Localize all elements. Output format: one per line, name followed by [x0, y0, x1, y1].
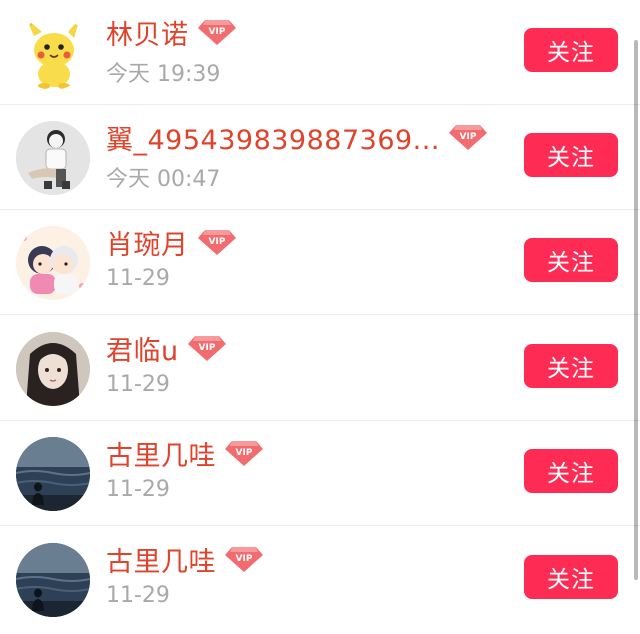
avatar[interactable] — [16, 121, 90, 195]
timestamp: 11-29 — [106, 372, 170, 397]
timestamp: 11-29 — [106, 477, 170, 502]
follow-button[interactable]: 关注 — [524, 238, 618, 282]
timestamp: 11-29 — [106, 266, 170, 291]
avatar[interactable] — [16, 16, 90, 90]
follow-button[interactable]: 关注 — [524, 449, 618, 493]
svg-text:VIP: VIP — [198, 343, 215, 353]
sketch-person-avatar-icon — [16, 121, 90, 195]
user-name[interactable]: 古里几哇 — [106, 434, 216, 473]
name-line: 翼_495439839887369... VIP — [106, 118, 488, 156]
name-line: 林贝诺 VIP — [106, 13, 237, 51]
timestamp: 今天 19:39 — [106, 62, 221, 87]
avatar[interactable] — [16, 332, 90, 406]
follow-button[interactable]: 关注 — [524, 344, 618, 388]
timestamp: 11-29 — [106, 583, 170, 608]
follower-list: 林贝诺 VIP 今天 19:39 关注 翼_495439839887369... — [0, 0, 640, 634]
avatar[interactable] — [16, 226, 90, 300]
pikachu-avatar-icon — [16, 16, 90, 90]
user-name[interactable]: 肖琬月 — [106, 223, 189, 262]
name-line: 君临u VIP — [106, 329, 227, 367]
user-name[interactable]: 君临u — [106, 329, 179, 368]
follow-button[interactable]: 关注 — [524, 555, 618, 599]
list-item[interactable]: 林贝诺 VIP 今天 19:39 关注 — [0, 0, 640, 105]
vip-diamond-icon: VIP — [448, 122, 488, 152]
list-item[interactable]: 古里几哇 VIP 11-29 关注 — [0, 527, 640, 632]
name-line: 古里几哇 VIP — [106, 434, 264, 472]
svg-text:VIP: VIP — [236, 448, 253, 458]
follow-button[interactable]: 关注 — [524, 133, 618, 177]
svg-text:VIP: VIP — [236, 554, 253, 564]
avatar[interactable] — [16, 543, 90, 617]
name-line: 肖琬月 VIP — [106, 223, 237, 261]
seaside-avatar-icon — [16, 543, 90, 617]
timestamp: 今天 00:47 — [106, 167, 221, 192]
name-line: 古里几哇 VIP — [106, 540, 264, 578]
svg-text:VIP: VIP — [208, 27, 225, 37]
vip-diamond-icon: VIP — [224, 544, 264, 574]
svg-text:VIP: VIP — [208, 237, 225, 247]
user-name[interactable]: 翼_495439839887369... — [106, 118, 440, 157]
user-name[interactable]: 古里几哇 — [106, 540, 216, 579]
avatar[interactable] — [16, 437, 90, 511]
vip-diamond-icon: VIP — [197, 17, 237, 47]
anime-portrait-avatar-icon — [16, 332, 90, 406]
follow-button[interactable]: 关注 — [524, 28, 618, 72]
list-item[interactable]: 翼_495439839887369... VIP 今天 00:47 关注 — [0, 105, 640, 210]
list-item[interactable]: 君临u VIP 11-29 关注 — [0, 316, 640, 421]
seaside-avatar-icon — [16, 437, 90, 511]
vip-diamond-icon: VIP — [197, 227, 237, 257]
list-item[interactable]: 古里几哇 VIP 11-29 关注 — [0, 421, 640, 526]
vip-diamond-icon: VIP — [224, 438, 264, 468]
svg-text:VIP: VIP — [459, 132, 476, 142]
list-item[interactable]: 肖琬月 VIP 11-29 关注 — [0, 210, 640, 315]
anime-couple-avatar-icon — [16, 226, 90, 300]
scrollbar[interactable] — [634, 40, 638, 580]
user-name[interactable]: 林贝诺 — [106, 13, 189, 52]
vip-diamond-icon: VIP — [187, 333, 227, 363]
